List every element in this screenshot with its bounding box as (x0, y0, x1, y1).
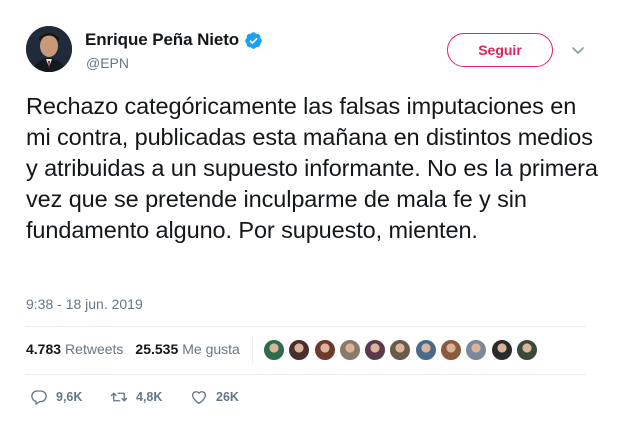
tweet-card: Enrique Peña Nieto @EPN Seguir Rechazo c… (0, 0, 620, 427)
liker-avatar[interactable] (515, 339, 538, 361)
retweets-stat[interactable]: 4.783 Retweets (26, 341, 123, 357)
tweet-text: Rechazo categóricamente las falsas imput… (26, 93, 598, 243)
reply-count: 9,6K (56, 390, 83, 404)
retweet-button[interactable]: 4,8K (110, 388, 190, 406)
engagement-stats: 4.783 Retweets 25.535 Me gusta (26, 341, 252, 357)
liker-avatar[interactable] (288, 339, 311, 361)
verified-badge-icon (244, 31, 263, 50)
display-name[interactable]: Enrique Peña Nieto (85, 30, 239, 50)
user-name-row: Enrique Peña Nieto (85, 30, 263, 50)
liker-avatar[interactable] (440, 339, 463, 361)
liker-avatar[interactable] (263, 339, 285, 361)
liker-avatar[interactable] (389, 339, 412, 361)
tweet-actions: 9,6K 4,8K 26K (30, 388, 270, 406)
reply-icon (31, 390, 47, 405)
liker-avatar[interactable] (338, 339, 361, 361)
like-count: 26K (216, 390, 239, 404)
likes-count: 25.535 (135, 341, 179, 357)
retweets-label: Retweets (65, 341, 124, 357)
divider (26, 374, 586, 375)
likes-stat[interactable]: 25.535 Me gusta (135, 341, 239, 357)
reply-button[interactable]: 9,6K (30, 388, 110, 406)
retweets-count: 4.783 (26, 341, 62, 357)
liker-avatar[interactable] (313, 339, 336, 361)
avatar-photo (26, 26, 72, 72)
liker-avatar[interactable] (490, 339, 513, 361)
likes-label: Me gusta (182, 341, 240, 357)
retweet-icon (110, 392, 128, 402)
stats-separator (252, 336, 253, 364)
tweet-timestamp[interactable]: 9:38 - 18 jun. 2019 (26, 296, 143, 312)
follow-button[interactable]: Seguir (447, 33, 553, 67)
chevron-down-icon[interactable] (570, 44, 586, 56)
heart-icon (191, 391, 207, 405)
retweet-count: 4,8K (136, 390, 163, 404)
liker-avatars (263, 339, 541, 361)
liker-avatar[interactable] (465, 339, 488, 361)
user-handle[interactable]: @EPN (86, 55, 129, 71)
like-button[interactable]: 26K (190, 388, 270, 406)
liker-avatar[interactable] (364, 339, 387, 361)
divider (26, 326, 586, 327)
avatar[interactable] (26, 26, 72, 72)
liker-avatar[interactable] (414, 339, 437, 361)
